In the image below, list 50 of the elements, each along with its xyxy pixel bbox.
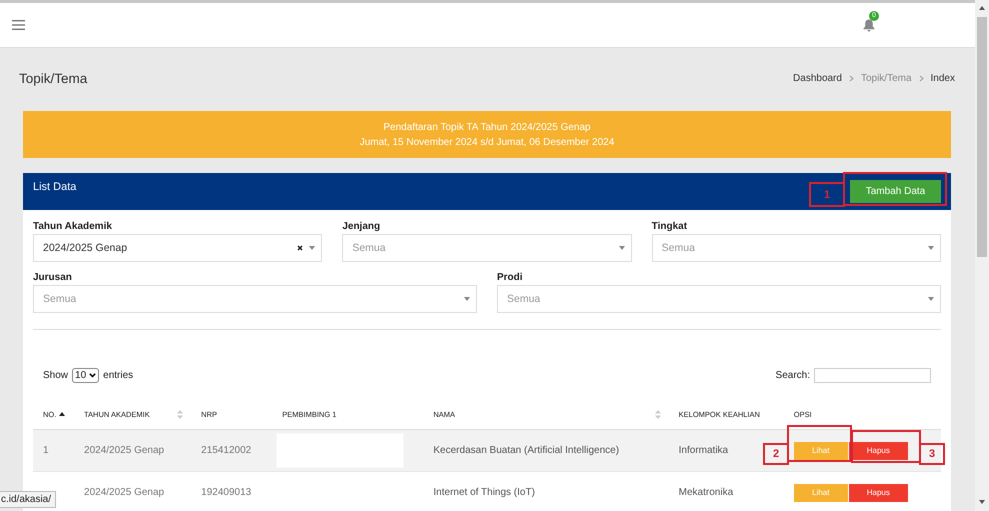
table-cell: 192409013 — [201, 487, 252, 498]
table-cell: 1 — [43, 445, 49, 456]
table-cell: Internet of Things (IoT) — [433, 487, 535, 498]
filter-label: Prodi — [497, 272, 524, 283]
delete-button[interactable]: Hapus — [848, 484, 908, 502]
filter-label: Jurusan — [33, 272, 73, 283]
select-field[interactable]: Semua — [33, 285, 477, 313]
filter-label: Tingkat — [652, 221, 688, 232]
search-label: Search: — [776, 370, 810, 381]
chevron-icon — [918, 74, 924, 82]
breadcrumb-item[interactable]: Topik/Tema — [860, 72, 912, 84]
filter-label: Tahun Akademik — [33, 221, 113, 232]
step-number: 1 — [809, 182, 845, 207]
status-url: c.id/akasia/ — [0, 491, 56, 508]
announcement-text: Jumat, 15 November 2024 s/d Jumat, 06 Desember 2024 — [360, 136, 614, 150]
table-cell: Informatika — [678, 445, 728, 456]
caret-icon — [928, 246, 934, 250]
caret-icon — [928, 297, 934, 301]
step-number: 2 — [763, 443, 789, 465]
chevron-icon — [848, 74, 854, 82]
breadcrumb-item: Index — [930, 72, 955, 84]
table-cell: 215412002 — [201, 445, 252, 456]
select-field[interactable]: 2024/2025 Genap — [33, 234, 322, 262]
filter-label: Jenjang — [342, 221, 382, 232]
select-field[interactable]: Semua — [342, 234, 632, 262]
announcement-text: Pendaftaran Topik TA Tahun 2024/2025 Genap — [383, 121, 591, 135]
caret-icon — [464, 297, 470, 301]
select-field[interactable]: Semua — [497, 285, 941, 313]
step-number: 3 — [919, 443, 945, 465]
chevron-down-icon — [89, 373, 96, 378]
add-button[interactable]: Tambah Data — [850, 180, 941, 203]
table-cell: Kecerdasan Buatan (Artificial Intelligence) — [433, 445, 620, 456]
table-cell: Mekatronika — [678, 487, 734, 498]
page-size-select[interactable]: 10 — [72, 368, 100, 383]
table-cell: 2024/2025 Genap — [84, 445, 164, 456]
bell-icon[interactable] — [863, 18, 875, 32]
highlight-frame — [851, 430, 921, 463]
menu-icon[interactable] — [12, 20, 25, 30]
caret-icon — [309, 246, 316, 250]
delete-button[interactable]: Hapus — [848, 442, 908, 460]
breadcrumb-item[interactable]: Dashboard — [793, 72, 842, 84]
highlight-frame — [787, 425, 852, 462]
caret-icon — [618, 246, 625, 250]
select-field[interactable]: Semua — [652, 234, 941, 262]
search-field[interactable] — [814, 368, 931, 383]
table-cell: 2024/2025 Genap — [84, 487, 164, 498]
entries-label: entries — [103, 370, 134, 381]
card-title: List Data — [33, 181, 76, 193]
page-title: Topik/Tema — [19, 70, 88, 86]
show-label: Show — [43, 370, 68, 381]
